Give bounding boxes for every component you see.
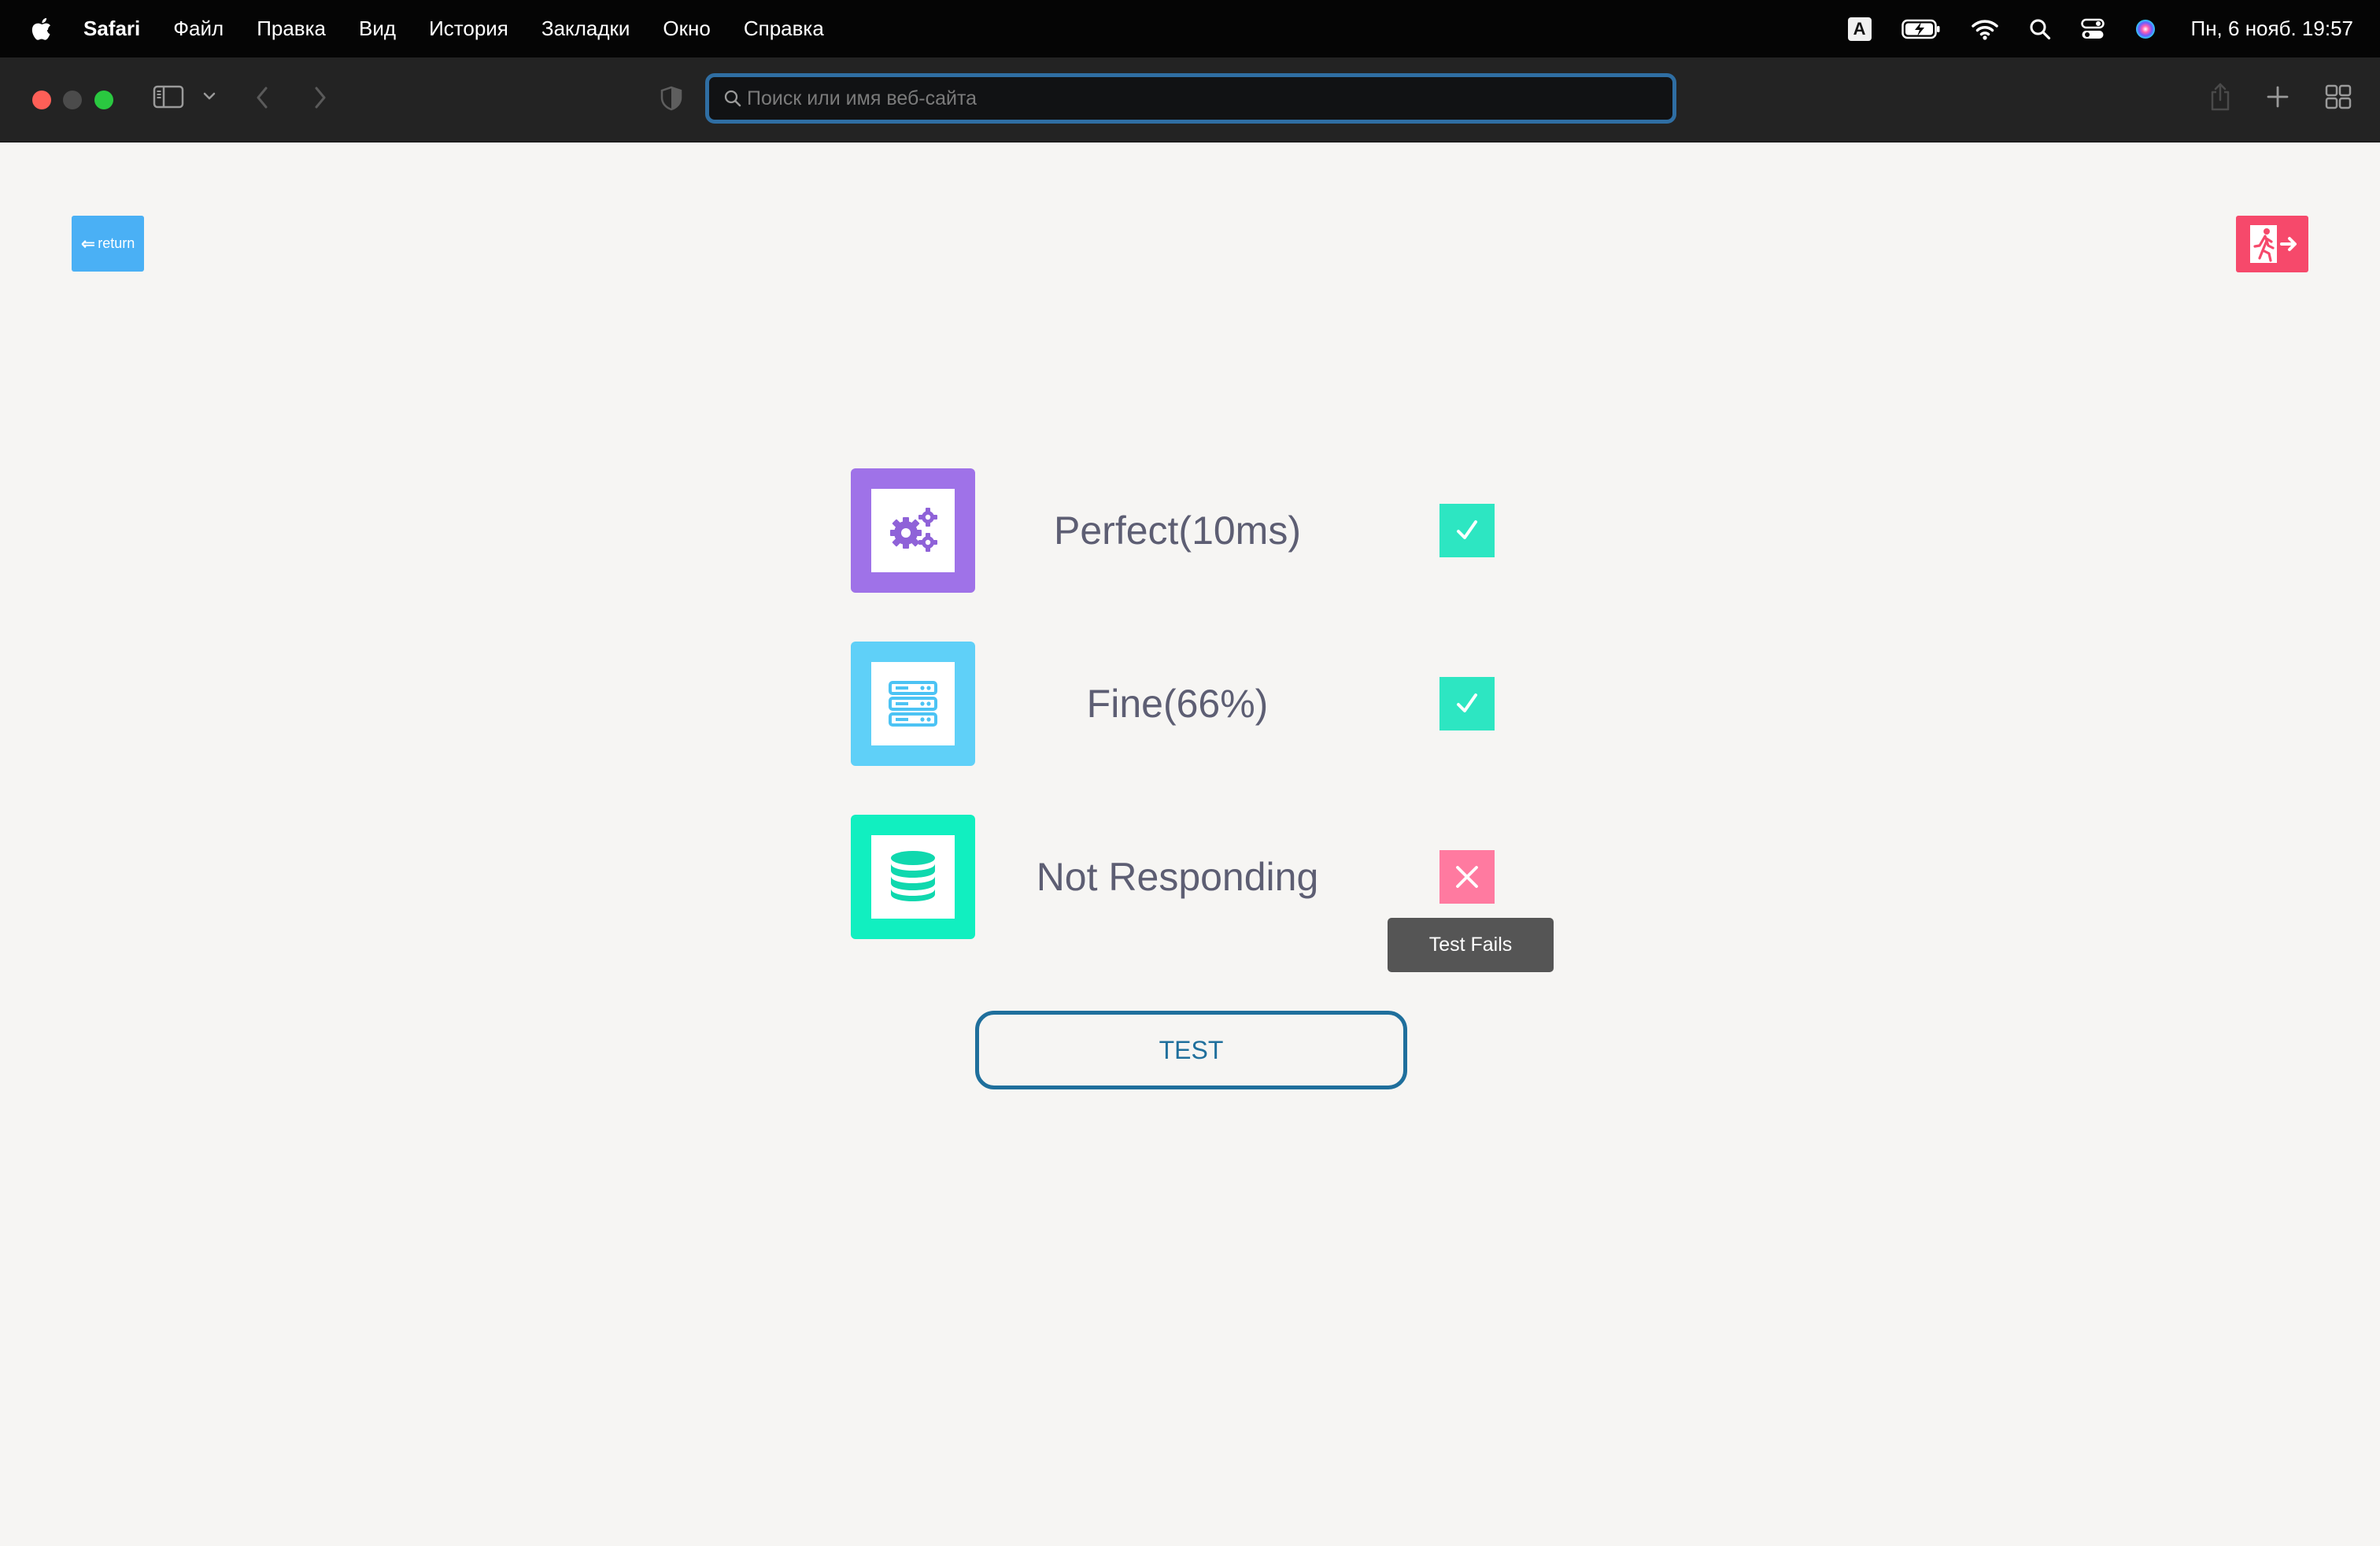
status-fail-badge[interactable] [1439,850,1495,904]
sidebar-toggle-icon[interactable] [153,84,184,109]
new-tab-plus-icon[interactable] [2265,84,2290,109]
address-input[interactable] [747,87,1652,110]
tab-group-chevron-down-icon[interactable] [201,91,217,102]
address-bar[interactable] [705,73,1676,124]
return-label: return [98,235,135,251]
battery-icon[interactable] [1901,19,1941,39]
gears-icon [890,508,937,552]
menu-edit[interactable]: Правка [257,17,326,41]
menu-file[interactable]: Файл [173,17,224,41]
checkmark-icon [1457,693,1477,712]
share-icon[interactable] [2208,81,2232,113]
status-ok-badge[interactable] [1439,677,1495,730]
database-icon [891,851,935,901]
service-label: Not Responding [1036,855,1319,899]
window-minimize-button[interactable] [63,91,82,109]
back-chevron-icon[interactable] [253,84,272,111]
privacy-shield-icon[interactable] [660,85,683,112]
menu-window[interactable]: Окно [663,17,710,41]
checkmark-icon [1457,520,1477,539]
wifi-icon[interactable] [1971,18,1999,40]
service-label: Perfect(10ms) [1054,509,1301,553]
exit-door-icon [2250,225,2297,263]
tab-overview-grid-icon[interactable] [2325,84,2352,109]
browser-toolbar [0,57,2380,142]
service-row-gears: Perfect(10ms) [851,468,1496,593]
window-fullscreen-button[interactable] [94,91,113,109]
arrow-left-icon: ⇐ [80,233,96,253]
return-button[interactable]: ⇐ return [72,216,144,272]
server-icon [889,681,937,727]
menu-view[interactable]: Вид [359,17,396,41]
close-x-icon [1456,866,1478,888]
menu-history[interactable]: История [429,17,508,41]
apple-icon[interactable] [30,16,52,43]
menu-bookmarks[interactable]: Закладки [541,17,630,41]
status-ok-badge[interactable] [1439,504,1495,557]
menu-bar: Safari Файл Правка Вид История Закладки … [0,0,2380,57]
service-tile-gears [851,468,975,593]
address-search-icon [724,90,741,107]
control-center-icon[interactable] [2080,18,2105,40]
web-page: ⇐ return Perfect(10ms) Fine(66%) Not Res… [0,143,2380,1546]
service-tile-server [851,642,975,766]
service-tile-database [851,815,975,939]
spotlight-search-icon[interactable] [2029,18,2051,40]
menu-app-name[interactable]: Safari [83,17,140,41]
window-close-button[interactable] [32,91,51,109]
test-button[interactable]: TEST [975,1011,1407,1089]
forward-chevron-icon[interactable] [310,84,329,111]
service-row-server: Fine(66%) [851,642,1496,766]
input-source-badge: A [1847,17,1872,41]
test-fails-tooltip: Test Fails [1388,918,1554,972]
siri-icon[interactable] [2134,18,2156,40]
menubar-clock[interactable]: Пн, 6 нояб. 19:57 [2191,17,2353,41]
menu-help[interactable]: Справка [744,17,824,41]
exit-button[interactable] [2236,216,2308,272]
input-source-icon[interactable]: A [1847,17,1872,41]
service-label: Fine(66%) [1086,682,1269,726]
